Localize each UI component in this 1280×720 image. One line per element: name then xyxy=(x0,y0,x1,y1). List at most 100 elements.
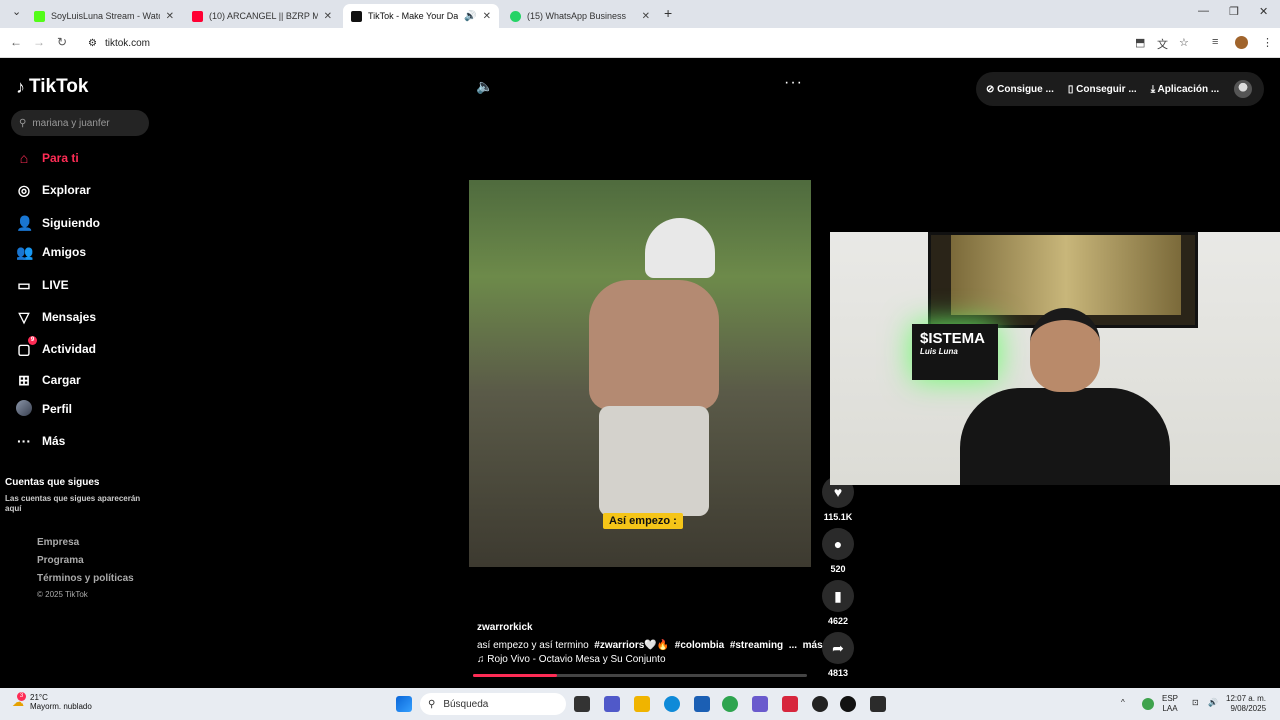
close-icon[interactable]: ✕ xyxy=(483,11,491,22)
nav-label: Más xyxy=(42,434,66,448)
reading-list-icon[interactable]: ≡ xyxy=(1212,36,1218,48)
tab-search-icon[interactable]: ⌄ xyxy=(12,5,21,18)
ellipsis: ... xyxy=(788,640,798,651)
footer-link-programa[interactable]: Programa xyxy=(37,555,84,566)
network-icon[interactable]: ⊡ xyxy=(1192,698,1199,708)
close-icon[interactable]: ✕ xyxy=(642,11,650,22)
video-player[interactable]: Así empezo : xyxy=(469,180,811,567)
upload-icon: ⊞ xyxy=(18,371,30,388)
close-icon[interactable]: ✕ xyxy=(324,11,332,22)
progress-fill xyxy=(473,674,557,677)
nav-item-mensajes[interactable]: ▽ Mensajes xyxy=(16,305,156,329)
user-avatar[interactable] xyxy=(1234,80,1252,98)
nav-item-explorar[interactable]: ◎ Explorar xyxy=(16,178,156,202)
get-app-button[interactable]: ▯ Conseguir ... xyxy=(1068,84,1137,95)
video-progress-bar[interactable] xyxy=(473,674,807,677)
browser-tab-kick[interactable]: SoyLuisLuna Stream - Watch Li ✕ xyxy=(26,4,182,28)
language-indicator[interactable]: ESP LAA xyxy=(1162,694,1178,714)
bookmark-icon[interactable]: ▮ xyxy=(822,580,854,612)
footer-link-empresa[interactable]: Empresa xyxy=(37,537,79,548)
video-author[interactable]: zwarrorkick xyxy=(477,622,533,633)
get-coins-button[interactable]: ⊘ Consigue ... xyxy=(986,84,1054,95)
nav-item-para-ti[interactable]: ⌂ Para ti xyxy=(16,146,156,170)
forward-button[interactable]: → xyxy=(33,35,45,49)
install-app-icon[interactable]: ⬒ xyxy=(1135,36,1145,49)
save-count: 4622 xyxy=(827,616,849,626)
office-icon[interactable] xyxy=(782,696,798,712)
nav-item-actividad[interactable]: ▢ 9 Actividad xyxy=(16,335,156,361)
translate-icon[interactable]: 文 xyxy=(1157,36,1168,52)
comment-icon[interactable]: ● xyxy=(822,528,854,560)
nav-item-mas[interactable]: ··· Más xyxy=(16,429,156,453)
video-description: así empezo y así termino #zwarriors🤍🔥 #c… xyxy=(477,640,823,651)
more-options-icon[interactable]: ··· xyxy=(784,74,803,92)
browser-tab-youtube[interactable]: (10) ARCANGEL || BZRP Music S ✕ xyxy=(184,4,340,28)
epic-games-icon[interactable] xyxy=(870,696,886,712)
nav-item-perfil[interactable]: Perfil xyxy=(16,397,156,421)
close-window-button[interactable]: ✕ xyxy=(1259,5,1268,18)
nav-item-live[interactable]: ▭ LIVE xyxy=(16,273,156,297)
app-icon[interactable] xyxy=(752,696,768,712)
browser-tab-whatsapp[interactable]: (15) WhatsApp Business ✕ xyxy=(502,4,658,28)
nav-label: Siguiendo xyxy=(42,216,100,230)
hashtag-link[interactable]: #streaming xyxy=(730,640,783,651)
nav-item-siguiendo[interactable]: 👤 Siguiendo xyxy=(16,211,156,235)
store-icon[interactable] xyxy=(694,696,710,712)
reload-button[interactable]: ↻ xyxy=(57,35,67,49)
search-icon: ⚲ xyxy=(19,117,27,129)
share-count: 4813 xyxy=(827,668,849,678)
youtube-icon xyxy=(192,10,203,22)
more-link[interactable]: más xyxy=(803,640,823,651)
edge-icon[interactable] xyxy=(664,696,680,712)
clock[interactable]: 12:07 a. m. 9/08/2025 xyxy=(1226,694,1266,714)
close-icon[interactable]: ✕ xyxy=(166,11,174,22)
minimize-button[interactable]: — xyxy=(1198,5,1209,17)
nav-item-cargar[interactable]: ⊞ Cargar xyxy=(16,368,156,392)
back-button[interactable]: ← xyxy=(10,35,22,49)
url-field[interactable]: ⚙ tiktok.com xyxy=(80,32,1120,54)
bookmark-star-icon[interactable]: ☆ xyxy=(1179,36,1189,49)
volume-tray-icon[interactable]: 🔊 xyxy=(1208,698,1218,708)
taskbar-search-placeholder: Búsqueda xyxy=(443,698,489,710)
maximize-button[interactable]: ❐ xyxy=(1229,5,1239,18)
media-player-icon[interactable] xyxy=(840,696,856,712)
music-title: Rojo Vivo - Octavio Mesa y Su Conjunto xyxy=(487,654,666,665)
messages-icon: ▽ xyxy=(18,308,30,325)
task-view-icon[interactable] xyxy=(574,696,590,712)
browser-tab-tiktok[interactable]: TikTok - Make Your Day 🔊 ✕ xyxy=(343,4,499,28)
share-action[interactable]: ➦ 4813 xyxy=(822,632,854,678)
share-icon[interactable]: ➦ xyxy=(822,632,854,664)
download-app-button[interactable]: ⤓ Aplicación ... xyxy=(1151,84,1220,95)
profile-avatar[interactable] xyxy=(1235,36,1248,49)
teams-icon[interactable] xyxy=(604,696,620,712)
speaker-icon[interactable]: 🔊 xyxy=(464,11,476,22)
start-icon[interactable] xyxy=(396,696,412,712)
app-icon[interactable] xyxy=(812,696,828,712)
windows-taskbar: ☁ 3 21°C Mayorm. nublado ⚲ Búsqueda ^ ESP… xyxy=(0,688,1280,720)
new-tab-button[interactable]: + xyxy=(664,5,672,21)
menu-icon[interactable]: ⋮ xyxy=(1262,36,1273,49)
nav-label: Actividad xyxy=(42,342,97,356)
search-input[interactable]: ⚲ mariana y juanfer xyxy=(11,110,149,136)
nav-item-amigos[interactable]: 👥 Amigos xyxy=(16,240,156,264)
video-music[interactable]: ♫ Rojo Vivo - Octavio Mesa y Su Conjunto xyxy=(477,654,666,665)
footer-link-terminos[interactable]: Términos y políticas xyxy=(37,573,134,584)
weather-widget[interactable]: ☁ 3 21°C Mayorm. nublado xyxy=(12,692,92,711)
chrome-icon[interactable] xyxy=(722,696,738,712)
following-subtext: Las cuentas que sigues aparecerán aquí xyxy=(5,494,141,513)
save-action[interactable]: ▮ 4622 xyxy=(822,580,854,626)
tray-chevron-icon[interactable]: ^ xyxy=(1121,698,1125,708)
tiktok-logo[interactable]: ♪ TikTok xyxy=(16,76,88,98)
nav-label: Mensajes xyxy=(42,310,97,324)
taskbar-search[interactable]: ⚲ Búsqueda xyxy=(420,693,566,715)
file-explorer-icon[interactable] xyxy=(634,696,650,712)
comment-action[interactable]: ● 520 xyxy=(822,528,854,574)
tab-title: SoyLuisLuna Stream - Watch Li xyxy=(51,11,160,21)
tray-app-icon[interactable] xyxy=(1142,698,1154,710)
hashtag-link[interactable]: #colombia xyxy=(675,640,724,651)
volume-icon[interactable]: 🔈 xyxy=(476,78,493,95)
site-info-icon[interactable]: ⚙ xyxy=(88,38,97,49)
hashtag-link[interactable]: #zwarriors🤍🔥 xyxy=(594,640,669,651)
comment-count: 520 xyxy=(830,564,846,574)
get-coins-label: Consigue ... xyxy=(997,83,1054,95)
